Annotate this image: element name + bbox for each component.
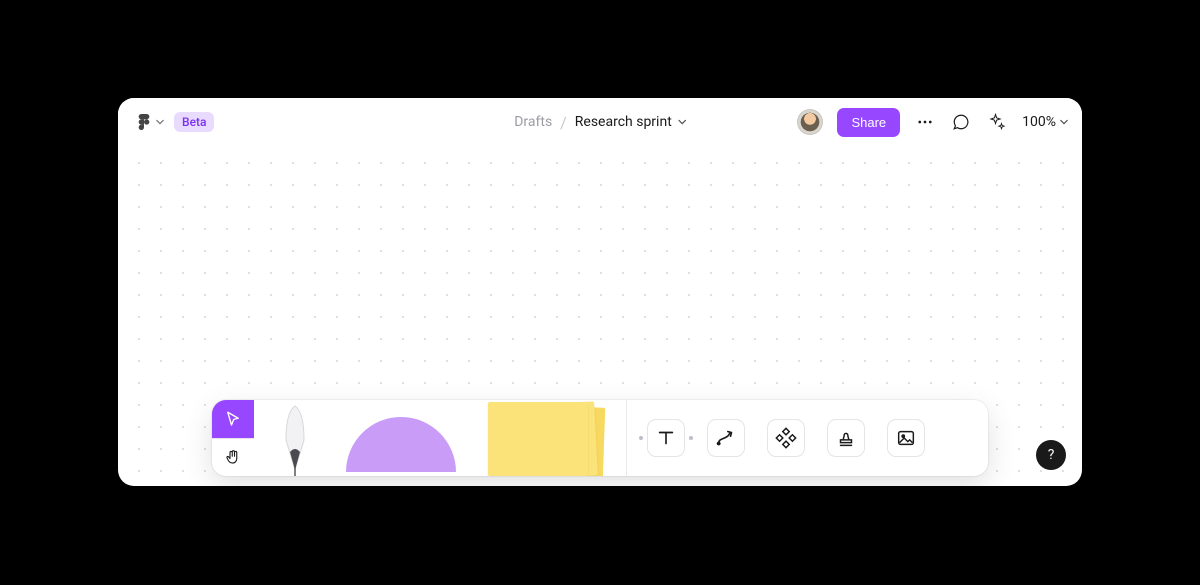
image-icon bbox=[895, 427, 917, 449]
document-title-text: Research sprint bbox=[575, 114, 672, 130]
circle-shape-icon bbox=[346, 400, 456, 472]
toolbar-primary-tools bbox=[254, 400, 626, 476]
figma-logo-icon bbox=[136, 114, 152, 130]
more-menu-button[interactable] bbox=[914, 111, 936, 133]
chevron-down-icon bbox=[678, 118, 686, 126]
components-icon bbox=[775, 427, 797, 449]
cursor-icon bbox=[224, 410, 242, 428]
toolbar-secondary-tools bbox=[627, 400, 988, 476]
comment-icon bbox=[952, 113, 970, 131]
select-tool[interactable] bbox=[212, 400, 254, 438]
breadcrumb-parent[interactable]: Drafts bbox=[514, 114, 552, 130]
chevron-down-icon bbox=[156, 118, 164, 126]
zoom-value: 100% bbox=[1022, 114, 1056, 130]
document-title[interactable]: Research sprint bbox=[575, 114, 686, 130]
toolbar bbox=[212, 400, 988, 476]
topbar-right: Share 100% bbox=[797, 108, 1068, 137]
shape-tool[interactable] bbox=[346, 400, 456, 476]
topbar-left: Beta bbox=[132, 110, 214, 134]
connector-tool[interactable] bbox=[707, 419, 745, 457]
help-label: ? bbox=[1048, 447, 1055, 463]
sticky-note-tool[interactable] bbox=[484, 400, 604, 476]
hand-icon bbox=[224, 448, 242, 466]
share-button[interactable]: Share bbox=[837, 108, 900, 137]
stamp-tool[interactable] bbox=[827, 419, 865, 457]
text-tool-icon bbox=[655, 427, 677, 449]
hand-tool[interactable] bbox=[212, 439, 254, 477]
help-button[interactable]: ? bbox=[1036, 440, 1066, 470]
sticky-note-icon bbox=[488, 402, 588, 476]
dots-horizontal-icon bbox=[916, 113, 934, 131]
chevron-down-icon bbox=[1060, 118, 1068, 126]
breadcrumb: Drafts / Research sprint bbox=[514, 113, 686, 132]
connector-tool-icon bbox=[715, 427, 737, 449]
comments-button[interactable] bbox=[950, 111, 972, 133]
components-tool[interactable] bbox=[767, 419, 805, 457]
pen-tool[interactable] bbox=[272, 400, 318, 476]
pen-icon bbox=[272, 400, 318, 476]
stamp-icon bbox=[835, 427, 857, 449]
breadcrumb-separator: / bbox=[560, 113, 567, 132]
topbar: Beta Drafts / Research sprint Share bbox=[118, 98, 1082, 146]
app-menu-button[interactable] bbox=[132, 110, 168, 134]
text-tool[interactable] bbox=[647, 419, 685, 457]
zoom-control[interactable]: 100% bbox=[1022, 114, 1068, 130]
app-window: Beta Drafts / Research sprint Share bbox=[118, 98, 1082, 486]
toolbar-mode-column bbox=[212, 400, 254, 476]
ai-button[interactable] bbox=[986, 111, 1008, 133]
image-tool[interactable] bbox=[887, 419, 925, 457]
sparkle-icon bbox=[988, 113, 1006, 131]
user-avatar[interactable] bbox=[797, 109, 823, 135]
beta-badge: Beta bbox=[174, 112, 214, 132]
